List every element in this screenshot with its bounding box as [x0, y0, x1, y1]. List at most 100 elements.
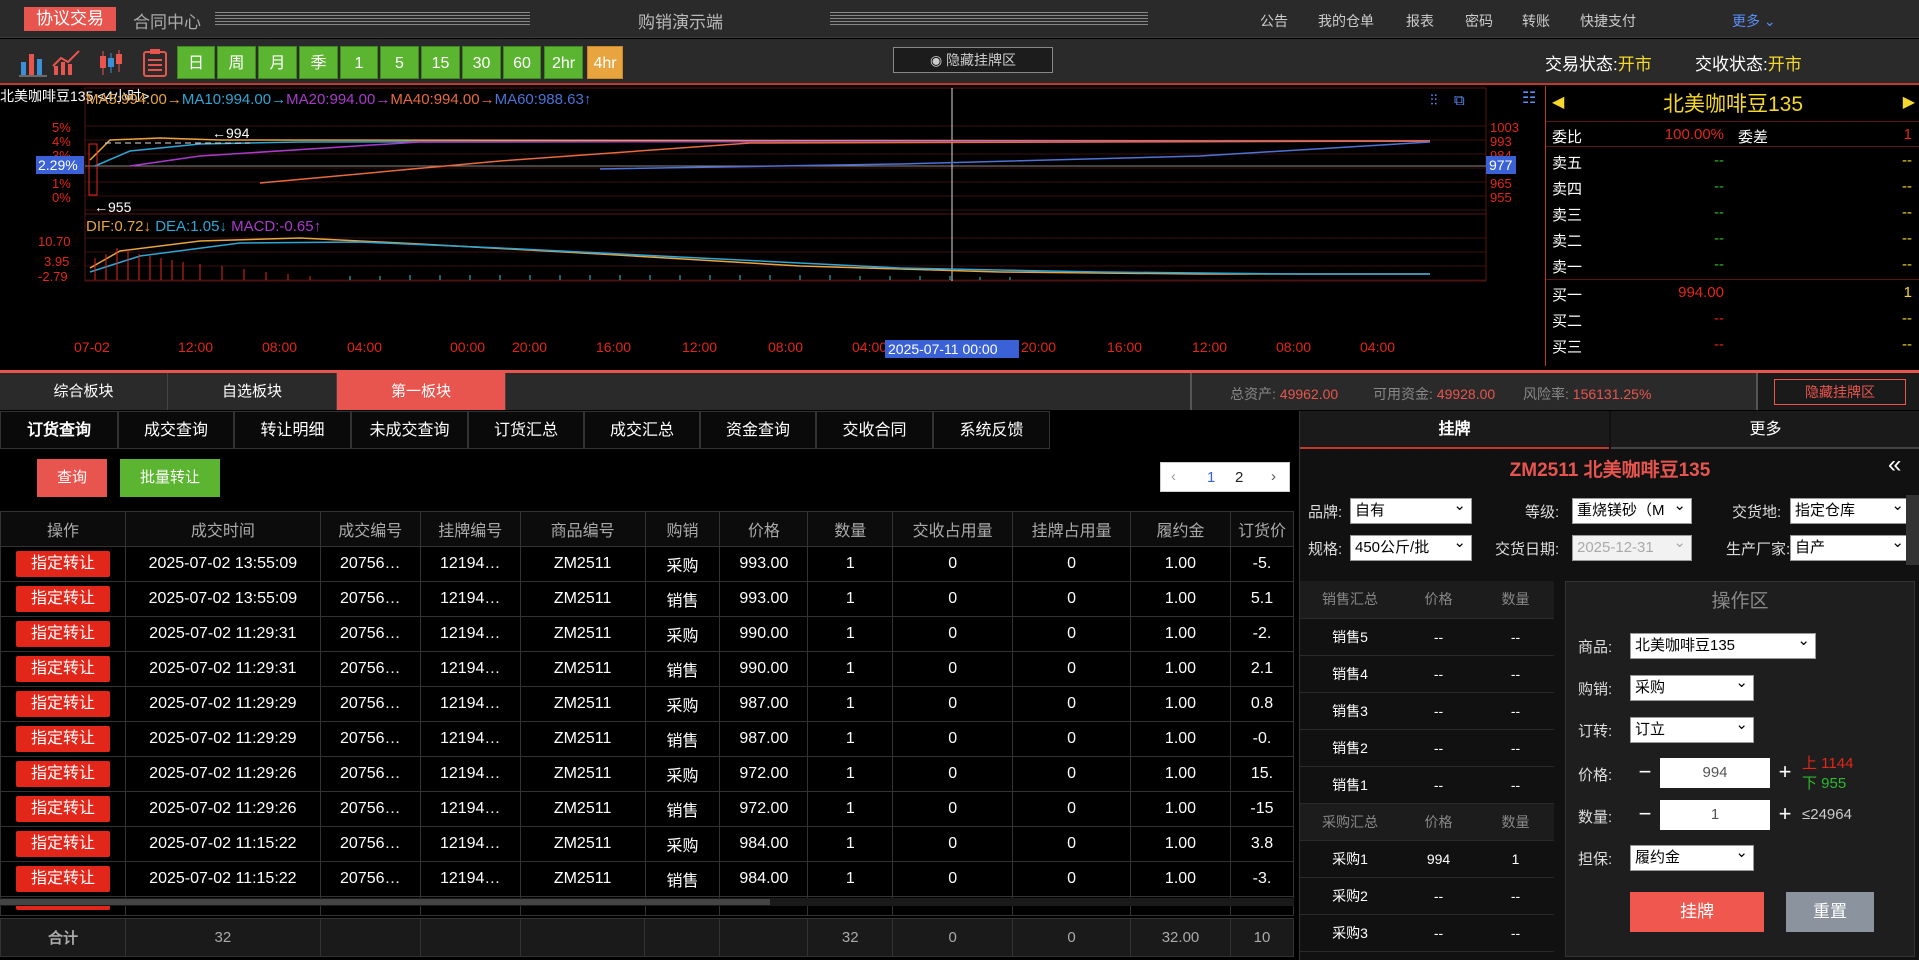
maker-select[interactable]: 自产: [1790, 531, 1910, 561]
nav-quick-pay[interactable]: 快捷支付: [1580, 11, 1636, 31]
chart-menu-icon[interactable]: ☷: [1522, 88, 1536, 108]
tab-query-8[interactable]: 系统反馈: [933, 411, 1050, 449]
grade-select[interactable]: 重烧镁砂（M: [1572, 498, 1692, 524]
column-header[interactable]: 挂牌编号: [419, 511, 521, 547]
query-button[interactable]: 查询: [37, 459, 107, 497]
column-header[interactable]: 交收占用量: [892, 511, 1014, 547]
nav-my-warehouse[interactable]: 我的仓单: [1318, 11, 1374, 31]
period-1-button[interactable]: 1: [340, 46, 378, 79]
period-30-button[interactable]: 30: [462, 46, 501, 79]
designate-transfer-button[interactable]: 指定转让: [15, 761, 110, 787]
tab-query-0[interactable]: 订货查询: [0, 411, 118, 449]
nav-transfer[interactable]: 转账: [1522, 11, 1550, 31]
tab-query-4[interactable]: 订货汇总: [468, 411, 584, 449]
goods-select[interactable]: 北美咖啡豆135: [1630, 629, 1816, 659]
table-row[interactable]: 指定转让 2025-07-02 13:55:09 20756… 12194… ZM251…: [0, 546, 1295, 582]
period-5-button[interactable]: 5: [380, 46, 419, 79]
column-header[interactable]: 履约金: [1130, 511, 1231, 547]
tab-listing[interactable]: 挂牌: [1300, 411, 1609, 449]
column-header[interactable]: 数量: [807, 511, 894, 547]
period-quarter-button[interactable]: 季: [299, 46, 338, 79]
tab-query-3[interactable]: 未成交查询: [351, 411, 468, 449]
column-header[interactable]: 价格: [719, 511, 809, 547]
contract-center-tab[interactable]: 合同中心: [133, 8, 201, 33]
hide-listing-area-button[interactable]: 隐藏挂牌区: [1774, 379, 1906, 405]
period-15-button[interactable]: 15: [421, 46, 460, 79]
batch-transfer-button[interactable]: 批量转让: [120, 459, 220, 497]
designate-transfer-button[interactable]: 指定转让: [15, 551, 110, 577]
tab-query-1[interactable]: 成交查询: [118, 411, 234, 449]
tab-composite-board[interactable]: 综合板块: [0, 373, 168, 410]
kline-chart[interactable]: 5% 4% 3% 1% 0% 1003 993 984 965 955 2.29…: [0, 86, 1543, 366]
h-scrollbar[interactable]: [0, 898, 1294, 906]
clipboard-icon[interactable]: [140, 48, 170, 78]
tab-query-6[interactable]: 资金查询: [700, 411, 816, 449]
table-row[interactable]: 指定转让 2025-07-02 11:29:26 20756… 12194… ZM251…: [0, 791, 1295, 827]
designate-transfer-button[interactable]: 指定转让: [15, 621, 110, 647]
tab-more[interactable]: 更多: [1611, 411, 1919, 449]
nav-password[interactable]: 密码: [1465, 11, 1493, 31]
spec-select[interactable]: 450公斤/批: [1350, 531, 1472, 561]
nav-more[interactable]: 更多 ⌄: [1732, 11, 1776, 31]
settings-icon[interactable]: ⫶⫶: [1430, 92, 1438, 109]
table-row[interactable]: 指定转让 2025-07-02 11:15:22 20756… 12194… ZM251…: [0, 861, 1295, 897]
price-input[interactable]: 994: [1660, 758, 1770, 788]
column-header[interactable]: 成交时间: [124, 511, 321, 547]
next-product-icon[interactable]: ▶: [1903, 92, 1915, 112]
tab-query-7[interactable]: 交收合同: [816, 411, 933, 449]
price-plus-button[interactable]: +: [1770, 758, 1800, 788]
expand-icon[interactable]: ⧉: [1454, 92, 1465, 109]
designate-transfer-button[interactable]: 指定转让: [15, 691, 110, 717]
nav-announcement[interactable]: 公告: [1260, 11, 1288, 31]
quantity-plus-button[interactable]: +: [1770, 800, 1800, 830]
page-1[interactable]: 1: [1207, 469, 1215, 486]
designate-transfer-button[interactable]: 指定转让: [15, 796, 110, 822]
reset-button[interactable]: 重置: [1786, 892, 1874, 932]
protocol-trade-tab[interactable]: 协议交易: [24, 7, 116, 31]
period-2hr-button[interactable]: 2hr: [544, 46, 583, 79]
order-type-select[interactable]: 订立: [1630, 713, 1754, 743]
column-header[interactable]: 成交编号: [319, 511, 421, 547]
hide-listing-button[interactable]: ◉ 隐藏挂牌区: [893, 47, 1053, 73]
period-4hr-button[interactable]: 4hr: [587, 46, 623, 79]
period-60-button[interactable]: 60: [503, 46, 541, 79]
form-scrollbar[interactable]: [1906, 495, 1919, 565]
period-day-button[interactable]: 日: [177, 46, 215, 79]
column-header[interactable]: 商品编号: [519, 511, 646, 547]
candlestick-icon[interactable]: [96, 48, 126, 78]
designate-transfer-button[interactable]: 指定转让: [15, 726, 110, 752]
next-page-icon[interactable]: ›: [1271, 468, 1276, 485]
guarantee-select[interactable]: 履约金: [1630, 841, 1754, 871]
brand-select[interactable]: 自有: [1350, 494, 1472, 524]
place-select[interactable]: 指定仓库: [1790, 494, 1910, 524]
designate-transfer-button[interactable]: 指定转让: [15, 831, 110, 857]
tab-watchlist-board[interactable]: 自选板块: [168, 373, 337, 410]
period-week-button[interactable]: 周: [217, 46, 256, 79]
tab-query-5[interactable]: 成交汇总: [584, 411, 700, 449]
table-row[interactable]: 指定转让 2025-07-02 11:29:26 20756… 12194… ZM251…: [0, 756, 1295, 792]
designate-transfer-button[interactable]: 指定转让: [15, 866, 110, 892]
tab-query-2[interactable]: 转让明细: [234, 411, 351, 449]
quantity-minus-button[interactable]: −: [1630, 800, 1660, 830]
date-input[interactable]: 2025-12-31: [1572, 531, 1692, 561]
table-row[interactable]: 指定转让 2025-07-02 11:29:31 20756… 12194… ZM251…: [0, 616, 1295, 652]
tab-first-board[interactable]: 第一板块: [337, 373, 506, 410]
table-row[interactable]: 指定转让 2025-07-02 11:29:29 20756… 12194… ZM251…: [0, 721, 1295, 757]
column-header[interactable]: 购销: [644, 511, 721, 547]
table-row[interactable]: 指定转让 2025-07-02 11:29:31 20756… 12194… ZM251…: [0, 651, 1295, 687]
direction-select[interactable]: 采购: [1630, 671, 1754, 701]
prev-page-icon[interactable]: ‹: [1171, 468, 1176, 485]
table-row[interactable]: 指定转让 2025-07-02 11:29:29 20756… 12194… ZM251…: [0, 686, 1295, 722]
quantity-input[interactable]: 1: [1660, 800, 1770, 830]
designate-transfer-button[interactable]: 指定转让: [15, 586, 110, 612]
period-month-button[interactable]: 月: [258, 46, 297, 79]
price-minus-button[interactable]: −: [1630, 758, 1660, 788]
page-2[interactable]: 2: [1235, 469, 1243, 486]
table-row[interactable]: 指定转让 2025-07-02 11:15:22 20756… 12194… ZM251…: [0, 826, 1295, 862]
table-row[interactable]: 指定转让 2025-07-02 13:55:09 20756… 12194… ZM251…: [0, 581, 1295, 617]
bar-chart-icon[interactable]: [18, 48, 48, 78]
column-header[interactable]: 订货价: [1229, 511, 1295, 547]
submit-listing-button[interactable]: 挂牌: [1630, 892, 1764, 932]
designate-transfer-button[interactable]: 指定转让: [15, 656, 110, 682]
column-header[interactable]: 挂牌占用量: [1012, 511, 1132, 547]
